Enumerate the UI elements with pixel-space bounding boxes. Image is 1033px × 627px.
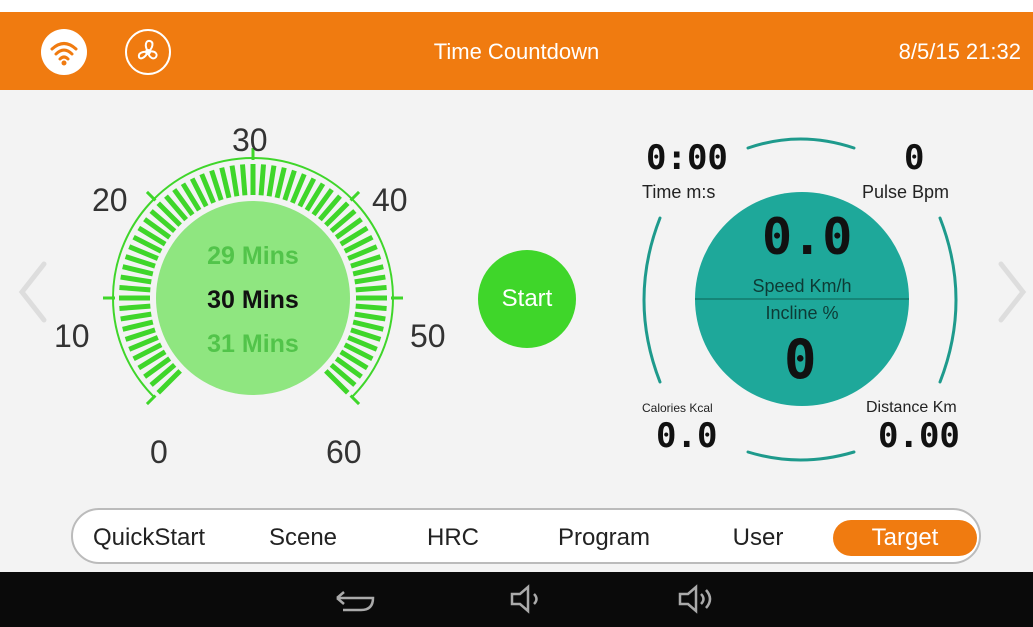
speed-label: Speed Km/h (752, 276, 852, 296)
dial-segment (354, 311, 386, 322)
back-icon[interactable] (333, 584, 377, 619)
next-page-arrow-icon[interactable] (995, 260, 1029, 329)
next-minutes-option[interactable]: 31 Mins (160, 330, 346, 359)
dial-segment (229, 165, 240, 197)
pulse-value: 0 (904, 138, 925, 178)
page-title: Time Countdown (433, 39, 600, 64)
dial-tick-label: 20 (92, 182, 128, 218)
mode-tab-bar: QuickStart Scene HRC Program User Target (71, 508, 981, 564)
dial-segment (122, 319, 154, 332)
tab-target[interactable]: Target (833, 520, 977, 556)
dial-major-tick (349, 394, 361, 406)
dial-tick-label: 60 (326, 434, 362, 470)
dial-tick-label: 30 (232, 122, 268, 158)
dial-segment (219, 167, 232, 199)
dial-segment (258, 164, 267, 196)
dial-segment (120, 274, 152, 285)
dial-segment (355, 303, 387, 312)
incline-label: Incline % (765, 303, 839, 323)
dial-major-tick (145, 394, 157, 406)
datetime-text: 8/5/15 21:32 (898, 39, 1021, 64)
system-navigation-bar (0, 572, 1033, 627)
dial-segment (352, 319, 384, 332)
dial-segment (274, 167, 287, 199)
tab-hrc[interactable]: HRC (403, 520, 503, 556)
dial-segment (122, 264, 154, 277)
dial-tick-label: 10 (54, 318, 90, 354)
dial-tick-label: 50 (410, 318, 446, 354)
time-label: Time m:s (642, 182, 716, 202)
top-bar: Time Countdown 8/5/15 21:32 (0, 12, 1033, 90)
pulse-label: Pulse Bpm (862, 182, 950, 202)
tab-quickstart[interactable]: QuickStart (79, 520, 219, 556)
tab-program[interactable]: Program (539, 520, 669, 556)
main-panel: 0 10 20 30 40 50 60 29 Mins 30 Mins 31 M… (0, 90, 1033, 572)
distance-label: Distance Km (866, 399, 957, 416)
start-button[interactable]: Start (478, 250, 576, 348)
volume-down-icon[interactable] (508, 584, 548, 619)
volume-up-icon[interactable] (676, 584, 720, 619)
dial-segment (119, 303, 151, 312)
dial-tick-label: 0 (150, 434, 168, 470)
speed-value: 0.0 (762, 208, 853, 266)
calories-label: Calories Kcal (642, 401, 713, 415)
previous-minutes-option[interactable]: 29 Mins (160, 242, 346, 271)
dial-segment (120, 311, 152, 322)
dial-major-tick (145, 190, 157, 202)
calories-value: 0.0 (656, 416, 718, 456)
distance-value: 0.00 (878, 416, 960, 456)
tab-user[interactable]: User (703, 520, 813, 556)
dial-major-tick (349, 190, 361, 202)
dial-segment (266, 165, 277, 197)
tab-scene[interactable]: Scene (243, 520, 363, 556)
selected-minutes-value[interactable]: 30 Mins (160, 286, 346, 315)
incline-value: 0 (784, 328, 817, 391)
dial-segment (352, 264, 384, 277)
dial-segment (354, 274, 386, 285)
dial-segment (239, 164, 248, 196)
dial-segment (119, 284, 151, 293)
dial-tick-label: 40 (372, 182, 408, 218)
dial-segment (355, 284, 387, 293)
time-value: 0:00 (646, 138, 728, 178)
